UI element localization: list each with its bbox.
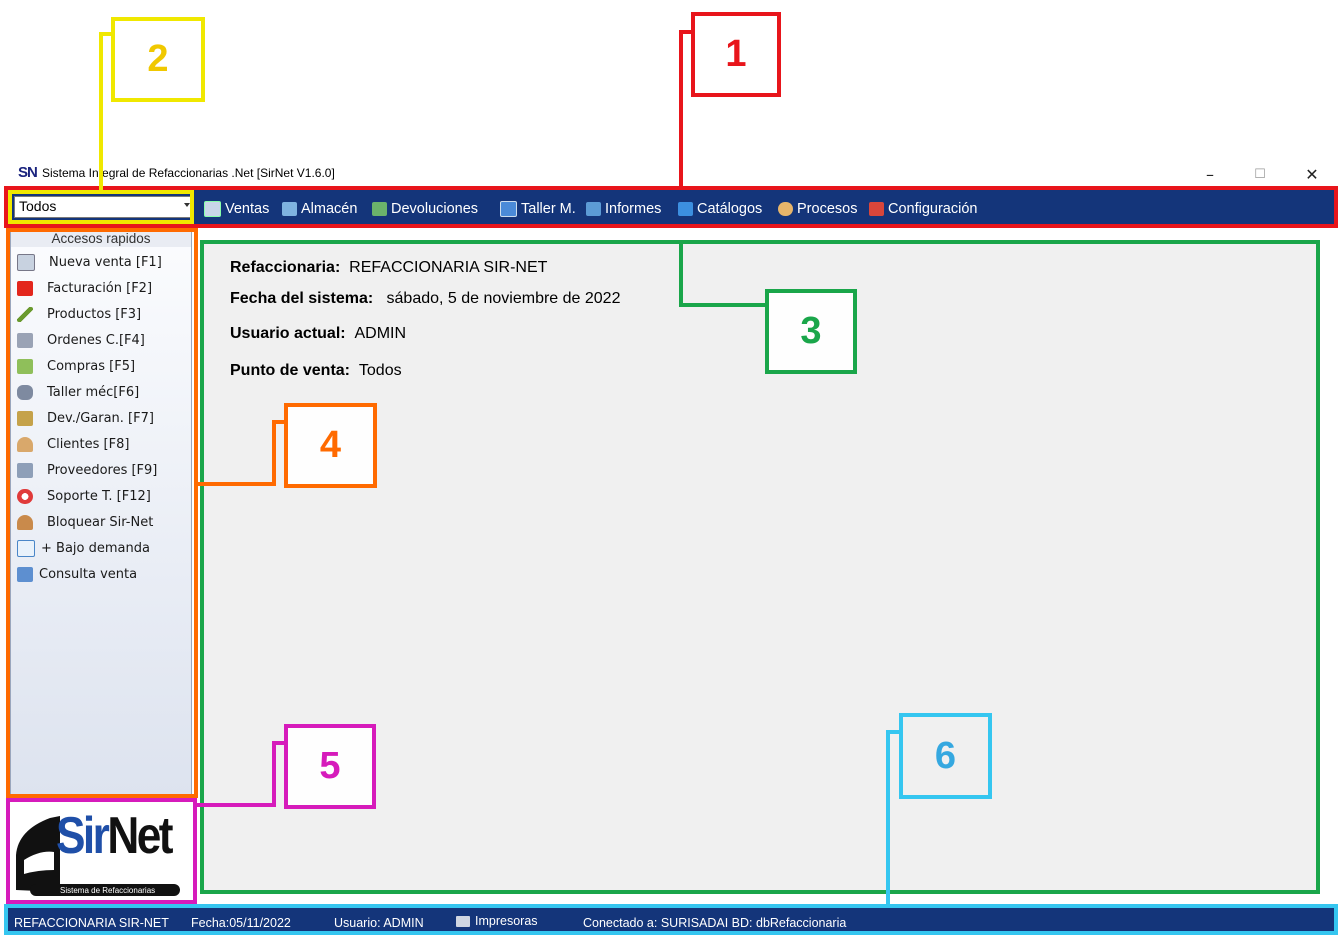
annotation-label-6: 6 — [899, 713, 992, 799]
annotation-leader-5-h — [195, 803, 275, 807]
annotation-frame-2 — [8, 190, 194, 224]
maximize-button[interactable]: ☐ — [1240, 160, 1280, 188]
annotation-leader-3-h — [679, 303, 767, 307]
annotation-leader-1 — [679, 30, 683, 186]
annotation-leader-3 — [679, 244, 683, 307]
annotation-leader-2 — [99, 32, 103, 190]
annotation-leader-6 — [886, 730, 890, 906]
close-button[interactable]: ✕ — [1292, 160, 1332, 188]
annotation-frame-5 — [6, 798, 197, 904]
annotation-leader-2-tick — [99, 32, 111, 36]
annotation-leader-4 — [272, 420, 276, 486]
annotation-leader-6-tick — [886, 730, 900, 734]
window-title: Sistema Integral de Refaccionarias .Net … — [42, 166, 335, 180]
annotation-label-5: 5 — [284, 724, 376, 809]
title-bar: SN Sistema Integral de Refaccionarias .N… — [0, 160, 1338, 188]
app-logo: SN — [18, 164, 38, 181]
annotation-label-3: 3 — [765, 289, 857, 374]
annotation-label-4: 4 — [284, 403, 377, 488]
annotation-frame-4 — [6, 228, 198, 798]
annotation-leader-1-tick — [679, 30, 691, 34]
annotation-frame-6 — [4, 904, 1338, 935]
minimize-button[interactable]: – — [1190, 160, 1230, 188]
annotation-leader-4-h — [194, 482, 274, 486]
annotation-label-2: 2 — [111, 17, 205, 102]
annotation-label-1: 1 — [691, 12, 781, 97]
annotation-frame-1 — [4, 186, 1338, 228]
annotation-leader-5 — [272, 741, 276, 807]
